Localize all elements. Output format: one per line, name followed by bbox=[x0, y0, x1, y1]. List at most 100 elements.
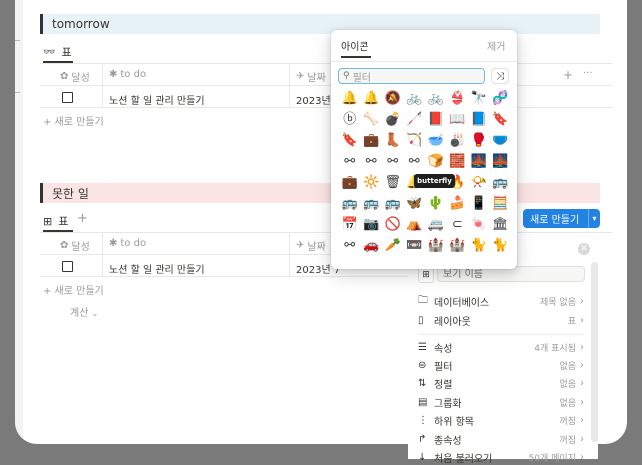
icon-option[interactable]: 📼 bbox=[404, 235, 426, 256]
setting-filter[interactable]: ⊜ 필터 없음 › bbox=[418, 357, 584, 373]
scrollbar[interactable] bbox=[591, 262, 598, 442]
icon-option[interactable]: 🥕 bbox=[382, 235, 404, 256]
icon-option[interactable]: 🚌 bbox=[490, 172, 512, 193]
icon-option[interactable]: ⚯ bbox=[339, 235, 361, 256]
shuffle-icon[interactable]: ⤨ bbox=[491, 68, 509, 84]
icon-option[interactable]: 🩲 bbox=[490, 130, 512, 151]
icon-option[interactable]: 🔖 bbox=[339, 130, 361, 151]
col-todo-header[interactable]: ✱ to do bbox=[109, 69, 146, 80]
icon-option[interactable]: 🥊 bbox=[468, 130, 490, 151]
icon-option[interactable]: 🏹 bbox=[404, 130, 426, 151]
icon-option[interactable]: 📯 bbox=[468, 172, 490, 193]
icon-option[interactable]: 🐈 bbox=[468, 235, 490, 256]
icon-option[interactable]: 🔆 bbox=[361, 172, 383, 193]
icon-option[interactable]: 🎳 bbox=[447, 130, 469, 151]
icon-option[interactable]: 🚲 bbox=[425, 88, 447, 109]
icon-option[interactable]: 🏛 bbox=[490, 214, 512, 235]
new-row-button[interactable]: + 새로 만들기 bbox=[43, 282, 104, 297]
icon-option[interactable]: 🔕 bbox=[382, 88, 404, 109]
setting-properties[interactable]: ☰ 속성 4개 표시됨 › bbox=[418, 339, 584, 355]
tab-table-tomorrow[interactable]: 👓 표 bbox=[43, 44, 72, 60]
icon-option[interactable]: 💼 bbox=[339, 172, 361, 193]
calculate-button[interactable]: 계산 ⌄ bbox=[70, 304, 98, 319]
icon-option[interactable]: 🚌 bbox=[361, 193, 383, 214]
icon-option[interactable]: 🚐 bbox=[425, 214, 447, 235]
icon-option[interactable]: 🦯 bbox=[404, 109, 426, 130]
icon-option[interactable]: 🌉 bbox=[490, 151, 512, 172]
icon-option[interactable]: 🌵 bbox=[425, 193, 447, 214]
setting-group[interactable]: ▤ 그룹화 없음 › bbox=[418, 394, 584, 410]
icon-option[interactable]: 🧱 bbox=[447, 151, 469, 172]
setting-database[interactable]: 🗀 데이터베이스 제목 없음 › bbox=[418, 293, 584, 309]
col-todo-header[interactable]: ✱ to do bbox=[109, 238, 146, 249]
col-done-header[interactable]: ✿ 달성 bbox=[60, 69, 90, 84]
icon-option[interactable]: 🧮 bbox=[490, 193, 512, 214]
icon-option[interactable]: ⊂ bbox=[447, 214, 469, 235]
icon-option[interactable]: 🌉 bbox=[468, 151, 490, 172]
icon-option[interactable]: ⛺ bbox=[404, 214, 426, 235]
icon-option[interactable]: 📱 bbox=[468, 193, 490, 214]
icon-option[interactable]: 💣 bbox=[382, 109, 404, 130]
icon-option[interactable]: 🚫 bbox=[382, 214, 404, 235]
todo-cell[interactable]: 노션 할 일 관리 만들기 bbox=[109, 92, 205, 107]
icon-filter-input[interactable]: ⚲ 필터 bbox=[338, 68, 485, 84]
chevron-down-icon[interactable]: ▾ bbox=[589, 214, 600, 223]
icon-option[interactable]: 🍰 bbox=[447, 193, 469, 214]
icon-option[interactable]: 📕 bbox=[425, 109, 447, 130]
remove-icon-button[interactable]: 제거 bbox=[487, 38, 505, 53]
tab-table-undone[interactable]: ⊞ 표 bbox=[43, 213, 68, 229]
icon-option[interactable]: 🔔 bbox=[361, 88, 383, 109]
done-checkbox[interactable] bbox=[62, 261, 73, 272]
setting-layout[interactable]: ▯ 레이아웃 표 › bbox=[418, 312, 584, 328]
tomorrow-toggle-heading[interactable]: tomorrow bbox=[40, 14, 110, 34]
icon-option[interactable]: 📅 bbox=[339, 214, 361, 235]
icon-option[interactable]: 🍬 bbox=[468, 214, 490, 235]
icon-option[interactable]: 🔖 bbox=[490, 109, 512, 130]
icon-option[interactable]: ⓑ bbox=[339, 109, 361, 130]
icon-option[interactable]: 🏰 bbox=[447, 235, 469, 256]
icon-option[interactable]: 🚲 bbox=[404, 88, 426, 109]
setting-subitems[interactable]: ⋮ 하위 항목 꺼짐 › bbox=[418, 412, 584, 428]
todo-cell[interactable]: 노션 할 일 관리 만들기 bbox=[109, 261, 205, 276]
icon-option[interactable]: 🧬 bbox=[490, 88, 512, 109]
col-done-header[interactable]: ✿ 달성 bbox=[60, 238, 90, 253]
table-icon[interactable]: ⊞ bbox=[418, 267, 434, 283]
new-row-button[interactable]: + 새로 만들기 bbox=[43, 113, 104, 128]
icon-option[interactable]: 🚗 bbox=[361, 235, 383, 256]
icon-option[interactable]: 🗑 bbox=[382, 172, 404, 193]
setting-dependencies[interactable]: ↱ 종속성 꺼짐 › bbox=[418, 431, 584, 447]
col-date-header[interactable]: ✈ 날짜 bbox=[296, 69, 326, 84]
more-options-button[interactable]: ··· bbox=[583, 68, 593, 79]
icon-option[interactable]: ⚯ bbox=[404, 151, 426, 172]
icon-option[interactable]: 🥣 bbox=[425, 130, 447, 151]
undone-toggle-heading[interactable]: 못한 일 bbox=[40, 183, 89, 203]
icon-option[interactable]: 📘 bbox=[468, 109, 490, 130]
add-property-button[interactable]: + bbox=[563, 68, 573, 82]
icon-option[interactable]: ⚯ bbox=[361, 151, 383, 172]
icon-option[interactable]: 🐈 bbox=[490, 235, 512, 256]
add-view-button[interactable]: + bbox=[77, 211, 88, 226]
close-icon[interactable]: ✕ bbox=[578, 243, 590, 255]
icon-option[interactable]: 💼 bbox=[361, 130, 383, 151]
icon-option[interactable]: 🦴 bbox=[361, 109, 383, 130]
icon-option[interactable]: 👙 bbox=[447, 88, 469, 109]
icon-option[interactable]: 🔔 bbox=[339, 88, 361, 109]
icon-option[interactable]: 🏰 bbox=[425, 235, 447, 256]
col-date-header[interactable]: ✈ 날짜 bbox=[296, 238, 326, 253]
setting-load-limit[interactable]: ↓ 처음 불러오기 50개 페이지 › bbox=[418, 449, 584, 465]
icon-option[interactable]: 🦋 bbox=[404, 193, 426, 214]
icon-option[interactable]: 📷 bbox=[361, 214, 383, 235]
icon-option[interactable]: 👢 bbox=[382, 130, 404, 151]
icon-option[interactable]: ⚯ bbox=[382, 151, 404, 172]
done-checkbox[interactable] bbox=[62, 92, 73, 103]
tab-icon[interactable]: 아이콘 bbox=[341, 38, 369, 53]
icon-option[interactable]: 🚌 bbox=[382, 193, 404, 214]
filter-icon: ⊜ bbox=[418, 359, 427, 371]
icon-option[interactable]: 📖 bbox=[447, 109, 469, 130]
new-item-button[interactable]: 새로 만들기 ▾ bbox=[523, 209, 600, 228]
icon-option[interactable]: 🔭 bbox=[468, 88, 490, 109]
icon-option[interactable]: 🚌 bbox=[339, 193, 361, 214]
icon-option[interactable]: 🍞 bbox=[425, 151, 447, 172]
icon-option[interactable]: ⚯ bbox=[339, 151, 361, 172]
setting-sort[interactable]: ⇅ 정렬 없음 › bbox=[418, 375, 584, 391]
